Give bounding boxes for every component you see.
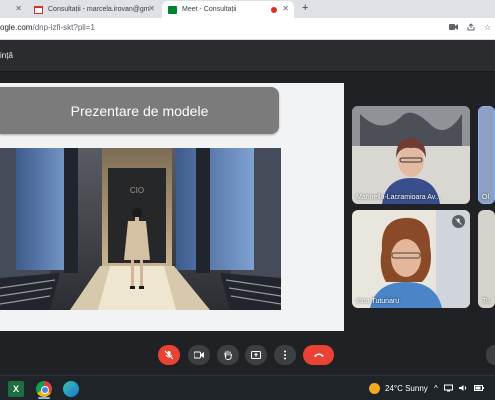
sun-icon [369,383,380,394]
chevron-up-icon[interactable]: ^ [434,384,438,394]
meet-stage: Prezentare de modele CIO Marinella-Lacra… [0,72,495,340]
camera-icon [194,351,204,359]
meeting-details-button[interactable] [486,345,495,365]
meet-icon [168,5,177,14]
browser-tab[interactable]: ✕ [0,1,27,18]
runway-photo: CIO [0,148,281,310]
url-host: ogle.com [0,23,33,32]
network-icon[interactable] [443,384,453,394]
slide-title: Prezentare de modele [0,87,279,134]
presentation-slide: Prezentare de modele CIO [0,83,344,331]
share-icon[interactable] [467,23,475,33]
tab-title: Consultații - marcela.irovan@gm [48,6,150,13]
meet-header: ință [0,40,495,72]
close-tab-icon[interactable]: ✕ [15,4,22,13]
excel-icon[interactable]: X [8,381,24,397]
participant-video [478,106,495,204]
battery-icon[interactable] [473,384,484,394]
meeting-title: ință [0,51,13,60]
url-path: /dnp-izfi-skt?pli=1 [32,23,95,32]
participant-tile[interactable]: Tu [478,210,495,308]
participant-name: Irina Tutunaru [356,298,400,305]
close-tab-icon[interactable]: ✕ [148,4,155,13]
url-text[interactable]: ogle.com/dnp-izfi-skt?pli=1 [0,23,95,32]
mic-off-icon [164,350,174,360]
star-icon[interactable]: ☆ [484,23,491,33]
participant-video [352,106,470,204]
more-vertical-icon [284,350,286,360]
raise-hand-button[interactable] [217,345,239,365]
mic-off-icon [452,215,465,228]
meet-control-bar [0,340,495,375]
browser-tab-gmail[interactable]: Consultații - marcela.irovan@gm ✕ [28,1,160,18]
chrome-icon[interactable] [36,381,52,397]
present-screen-button[interactable] [245,345,267,365]
active-app-indicator [38,397,50,399]
leave-call-button[interactable] [303,345,334,365]
participant-tile[interactable]: Irina Tutunaru [352,210,470,308]
camera-icon[interactable] [448,23,458,33]
phone-hangup-icon [313,353,324,357]
volume-icon[interactable] [458,384,468,394]
windows-taskbar: X 24°C Sunny ^ [0,375,495,400]
participant-video [478,210,495,308]
edge-icon[interactable] [63,381,79,397]
hand-icon [224,350,232,360]
camera-toggle-button[interactable] [188,345,210,365]
new-tab-button[interactable]: + [302,2,308,14]
tab-title: Meet - Consultații [182,6,237,13]
address-bar[interactable]: ogle.com/dnp-izfi-skt?pli=1 ☆ [0,18,495,40]
logo-sign: CIO [130,186,144,195]
system-tray: ^ [434,384,484,394]
recording-indicator-icon [271,7,277,13]
microphone-toggle-button[interactable] [158,345,180,365]
address-bar-icons: ☆ [448,23,491,33]
participant-name: Marinella-Lacramioara Av... [356,194,441,201]
runway-image: CIO [0,148,281,310]
participant-tile[interactable]: Ol [478,106,495,204]
browser-tab-strip: ✕ Consultații - marcela.irovan@gm ✕ Meet… [0,0,495,18]
gmail-icon [34,5,43,14]
close-tab-icon[interactable]: ✕ [282,4,289,13]
participant-name: Tu [482,298,490,305]
participant-name: Ol [482,194,489,201]
weather-widget[interactable]: 24°C Sunny [385,384,428,393]
present-icon [251,350,261,359]
participant-tile[interactable]: Marinella-Lacramioara Av... [352,106,470,204]
more-options-button[interactable] [274,345,296,365]
browser-tab-meet[interactable]: Meet - Consultații ✕ [162,1,294,18]
